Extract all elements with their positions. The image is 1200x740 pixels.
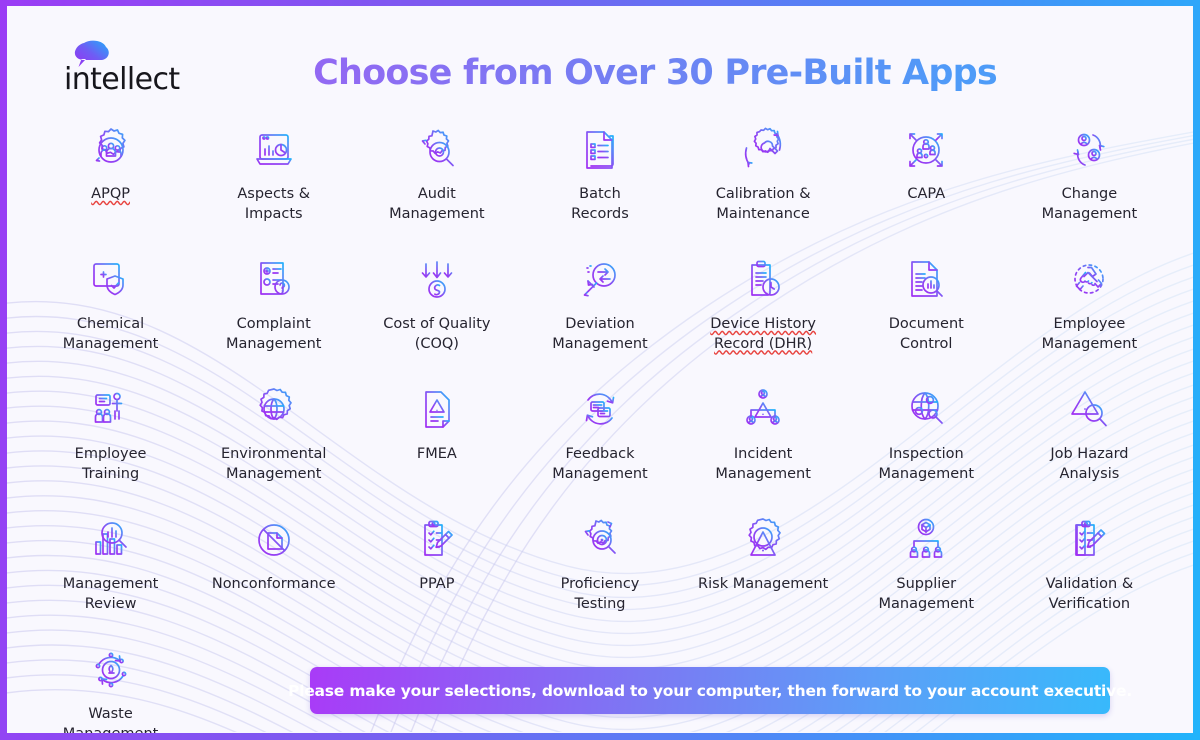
app-tile-label: Management Review [62, 576, 159, 612]
app-tile-label: Cost of Quality (COQ) [383, 316, 491, 352]
app-tile-label: Calibration & Maintenance [715, 186, 811, 222]
app-tile-label: Device History Record (DHR) [710, 316, 817, 352]
app-tile-label: Batch Records [571, 186, 629, 222]
app-tile[interactable]: Device History Record (DHR) [682, 248, 845, 378]
app-tile-label: Change Management [1041, 186, 1138, 222]
app-tile[interactable]: Batch Records [518, 118, 681, 248]
app-tile-label: APQP [91, 186, 130, 202]
app-tile[interactable]: Complaint Management [192, 248, 355, 378]
app-tile[interactable]: Change Management [1008, 118, 1171, 248]
app-tile[interactable]: Feedback Management [518, 378, 681, 508]
down-arrows-dollar-icon [409, 252, 465, 308]
report-chart-icon [246, 122, 302, 178]
app-tile-label: Validation & Verification [1045, 576, 1134, 612]
org-warning-icon [735, 382, 791, 438]
globe-gears-magnifier-icon [898, 382, 954, 438]
gear-warning-icon [735, 512, 791, 568]
app-tile[interactable]: Proficiency Testing [518, 508, 681, 638]
document-warning-icon [409, 382, 465, 438]
app-tile[interactable]: Environmental Management [192, 378, 355, 508]
no-document-icon [246, 512, 302, 568]
app-tile[interactable]: Aspects & Impacts [192, 118, 355, 248]
app-tile-label: PPAP [419, 576, 455, 592]
app-tile[interactable]: Incident Management [682, 378, 845, 508]
checklist-pencil-icon [1061, 512, 1117, 568]
page-header: intellect Choose from Over 30 Pre-Built … [7, 6, 1193, 118]
app-tile[interactable]: Employee Training [29, 378, 192, 508]
document-chart-magnifier-icon [898, 252, 954, 308]
app-tile-label: Chemical Management [62, 316, 159, 352]
app-tile[interactable]: Validation & Verification [1008, 508, 1171, 638]
app-tile[interactable]: Calibration & Maintenance [682, 118, 845, 248]
people-circle-arrows-icon [898, 122, 954, 178]
app-tile[interactable]: Cost of Quality (COQ) [355, 248, 518, 378]
app-tile-label: Document Control [888, 316, 964, 352]
app-frame: intellect Choose from Over 30 Pre-Built … [0, 0, 1200, 740]
document-list-icon [572, 122, 628, 178]
instruction-banner-text: Please make your selections, download to… [287, 681, 1133, 700]
bar-chart-magnifier-icon [83, 512, 139, 568]
clipboard-clock-icon [735, 252, 791, 308]
app-tile[interactable]: Chemical Management [29, 248, 192, 378]
browser-shield-icon [83, 252, 139, 308]
gear-wrench-cycle-icon [735, 122, 791, 178]
page-canvas: intellect Choose from Over 30 Pre-Built … [7, 6, 1193, 733]
app-tile-label: Nonconformance [211, 576, 336, 592]
app-tile[interactable]: Risk Management [682, 508, 845, 638]
handshake-icon [1061, 252, 1117, 308]
app-tile-label: Proficiency Testing [560, 576, 640, 612]
app-tile-label: Employee Management [1041, 316, 1138, 352]
app-tile[interactable]: Inspection Management [845, 378, 1008, 508]
app-tile[interactable]: FMEA [355, 378, 518, 508]
app-tile[interactable]: Waste Management [29, 638, 192, 733]
gear-magnifier-icon [409, 122, 465, 178]
app-tile-label: Risk Management [698, 576, 829, 592]
recycle-orbit-icon [83, 642, 139, 698]
app-tile-label: Deviation Management [552, 316, 648, 352]
app-grid: APQP Aspects & Impacts Audit Management … [7, 118, 1193, 733]
app-tile[interactable]: Nonconformance [192, 508, 355, 638]
clipboard-pencil-icon [409, 512, 465, 568]
app-tile[interactable]: Management Review [29, 508, 192, 638]
gear-target-magnifier-icon [572, 512, 628, 568]
app-tile[interactable]: Audit Management [355, 118, 518, 248]
app-tile-label: Job Hazard Analysis [1050, 446, 1129, 482]
app-tile[interactable]: PPAP [355, 508, 518, 638]
survey-question-icon [246, 252, 302, 308]
app-tile-label: Audit Management [389, 186, 485, 222]
app-tile[interactable]: Document Control [845, 248, 1008, 378]
gear-people-icon [83, 122, 139, 178]
app-tile-label: Employee Training [74, 446, 147, 482]
app-tile-label: Aspects & Impacts [237, 186, 311, 222]
app-tile[interactable]: Deviation Management [518, 248, 681, 378]
app-tile-label: Environmental Management [220, 446, 327, 482]
app-tile-label: Complaint Management [225, 316, 322, 352]
chat-cycle-icon [572, 382, 628, 438]
app-tile[interactable]: APQP [29, 118, 192, 248]
app-tile-label: Inspection Management [878, 446, 975, 482]
app-tile-label: CAPA [907, 186, 946, 202]
app-tile[interactable]: Supplier Management [845, 508, 1008, 638]
app-tile-label: Feedback Management [552, 446, 648, 482]
page-title: Choose from Over 30 Pre-Built Apps [7, 53, 1193, 93]
app-tile-label: Supplier Management [878, 576, 975, 612]
supplier-network-icon [898, 512, 954, 568]
two-people-cycle-icon [1061, 122, 1117, 178]
gear-globe-icon [246, 382, 302, 438]
app-tile-label: FMEA [416, 446, 457, 462]
instruction-banner[interactable]: Please make your selections, download to… [288, 667, 1132, 714]
app-tile[interactable]: Employee Management [1008, 248, 1171, 378]
magnifier-arrows-icon [572, 252, 628, 308]
warning-magnifier-icon [1061, 382, 1117, 438]
app-tile[interactable]: Job Hazard Analysis [1008, 378, 1171, 508]
app-tile-label: Waste Management [63, 706, 159, 733]
trainer-audience-icon [83, 382, 139, 438]
app-tile-label: Incident Management [715, 446, 811, 482]
app-tile[interactable]: CAPA [845, 118, 1008, 248]
